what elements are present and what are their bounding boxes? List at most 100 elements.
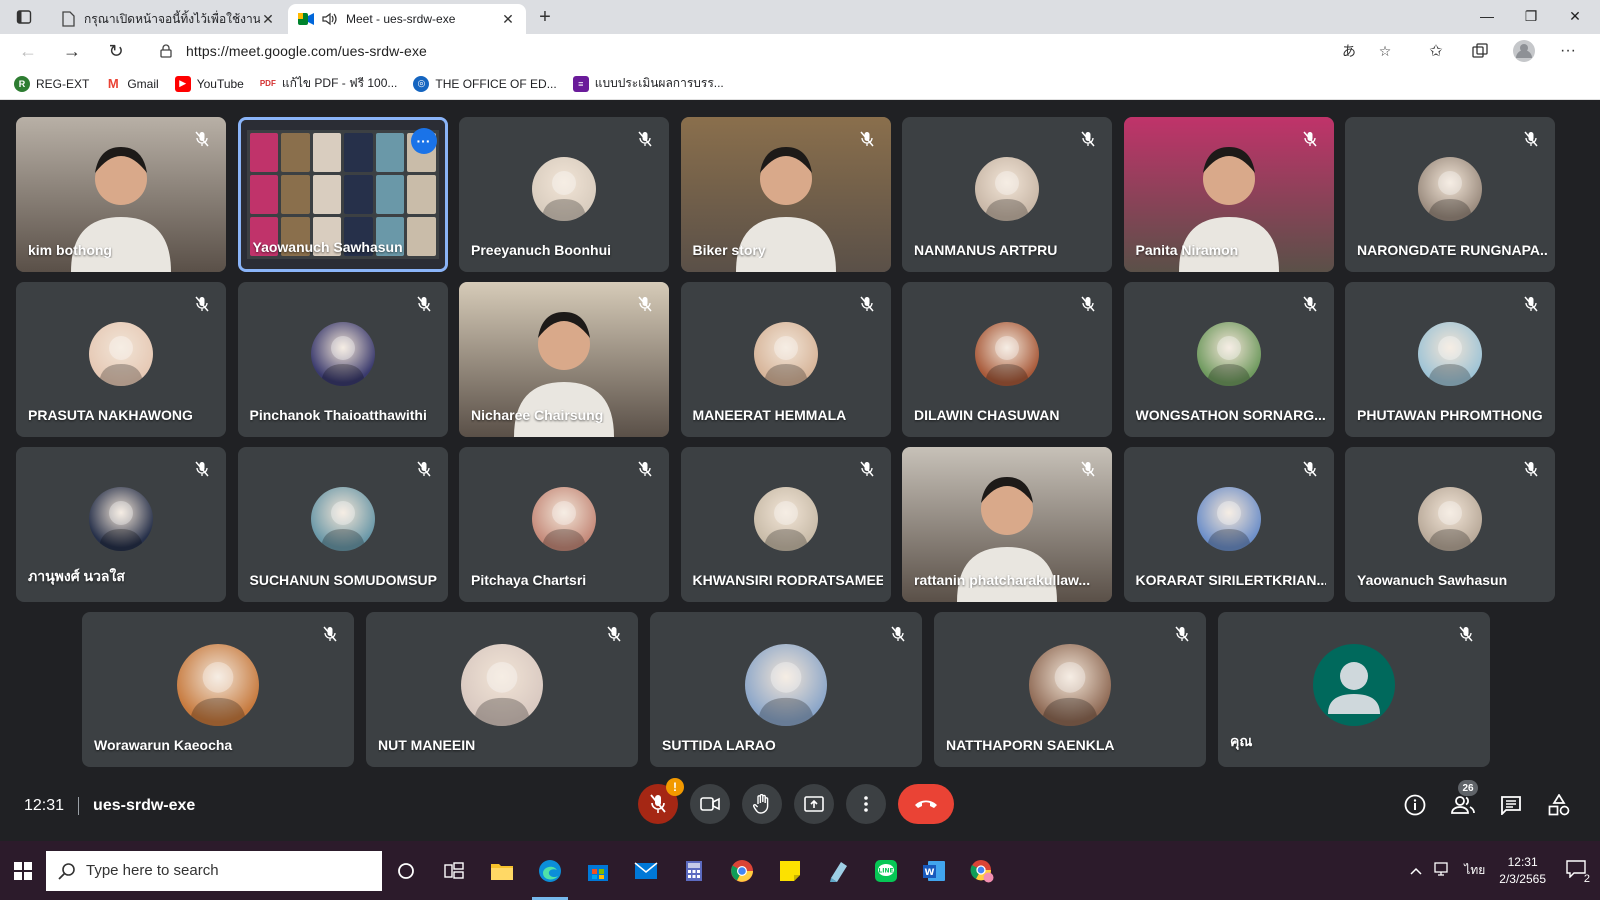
- tab-actions-icon[interactable]: [12, 6, 36, 28]
- lock-icon[interactable]: [160, 44, 176, 58]
- taskbar-app-pen[interactable]: [814, 841, 862, 900]
- bookmark-office[interactable]: ◎ THE OFFICE OF ED...: [413, 75, 557, 92]
- mic-warning-badge: !: [666, 778, 684, 796]
- participant-tile[interactable]: คุณ: [1218, 612, 1490, 767]
- bookmark-reg-ext[interactable]: R REG-EXT: [14, 75, 90, 92]
- forward-arrow-icon[interactable]: →: [58, 38, 86, 64]
- taskbar-mail[interactable]: [622, 841, 670, 900]
- taskbar-sticky-notes[interactable]: [766, 841, 814, 900]
- chat-button[interactable]: [1496, 790, 1526, 820]
- settings-more-icon[interactable]: ···: [1554, 38, 1582, 64]
- leave-call-button[interactable]: [898, 784, 954, 824]
- present-icon: [804, 796, 824, 812]
- more-options-button[interactable]: [846, 784, 886, 824]
- cortana-button[interactable]: [382, 841, 430, 900]
- participant-tile[interactable]: NANMANUS ARTPRU: [902, 117, 1112, 272]
- network-icon[interactable]: [1434, 862, 1452, 879]
- taskbar-chrome-profile[interactable]: [958, 841, 1006, 900]
- tile-more-options-icon[interactable]: ···: [410, 128, 437, 154]
- muted-mic-icon: [414, 294, 434, 314]
- collections-icon[interactable]: [1466, 38, 1494, 64]
- browser-tab-intranet[interactable]: กรุณาเปิดหน้าจอนี้ทิ้งไว้เพื่อใช้งาน Int…: [50, 4, 286, 34]
- raise-hand-button[interactable]: [742, 784, 782, 824]
- participant-tile[interactable]: Pinchanok Thaioatthawithi: [237, 282, 448, 437]
- add-favorite-icon[interactable]: ☆: [1372, 38, 1398, 64]
- participant-tile[interactable]: Panita Niramon: [1123, 117, 1334, 272]
- camera-toggle-button[interactable]: [690, 784, 730, 824]
- task-view-button[interactable]: [430, 841, 478, 900]
- taskbar-edge[interactable]: [526, 841, 574, 900]
- taskbar-search-box[interactable]: Type here to search: [46, 850, 382, 891]
- minimize-button[interactable]: —: [1464, 0, 1510, 32]
- taskbar-word[interactable]: W: [910, 841, 958, 900]
- participant-count-badge: 26: [1458, 780, 1478, 796]
- url-text[interactable]: https://meet.google.com/ues-srdw-exe: [186, 43, 1336, 59]
- participant-tile[interactable]: WONGSATHON SORNARG...: [1123, 282, 1334, 437]
- favorites-icon[interactable]: ✩: [1422, 38, 1450, 64]
- participant-tile[interactable]: Pitchaya Chartsri: [459, 447, 669, 602]
- participant-tile[interactable]: SUCHANUN SOMUDOMSUP: [237, 447, 448, 602]
- back-arrow-icon[interactable]: ←: [14, 38, 42, 64]
- input-language[interactable]: ไทย: [1464, 861, 1485, 880]
- muted-mic-icon: [857, 129, 877, 149]
- refresh-icon[interactable]: ↻: [102, 38, 130, 64]
- new-tab-button[interactable]: +: [532, 4, 558, 30]
- close-tab-icon[interactable]: ✕: [500, 11, 516, 27]
- taskbar-store[interactable]: [574, 841, 622, 900]
- activities-button[interactable]: [1544, 790, 1574, 820]
- participant-tile[interactable]: NUT MANEEIN: [366, 612, 638, 767]
- taskbar-chrome[interactable]: [718, 841, 766, 900]
- participant-tile[interactable]: KORARAT SIRILERTKRIAN...: [1123, 447, 1334, 602]
- participant-name: Pinchanok Thaioatthawithi: [249, 407, 427, 423]
- show-hidden-icons-icon[interactable]: [1410, 864, 1422, 878]
- participant-tile[interactable]: NARONGDATE RUNGNAPA...: [1345, 117, 1555, 272]
- notifications-button[interactable]: 2: [1566, 860, 1590, 885]
- bookmark-form[interactable]: ≡ แบบประเมินผลการบรร...: [572, 74, 724, 93]
- participant-tile[interactable]: Nicharee Chairsung: [459, 282, 669, 437]
- participant-tile[interactable]: KHWANSIRI RODRATSAMEE: [680, 447, 891, 602]
- participant-tile[interactable]: kim bothong: [16, 117, 226, 272]
- taskbar-clock[interactable]: 12:31 2/3/2565: [1499, 854, 1546, 888]
- muted-mic-icon: [1300, 459, 1320, 479]
- participant-tile[interactable]: Yaowanuch Sawhasun: [1345, 447, 1555, 602]
- avatar: [177, 643, 259, 726]
- participant-tile[interactable]: NATTHAPORN SAENKLA: [934, 612, 1206, 767]
- profile-avatar-icon[interactable]: [1510, 38, 1538, 64]
- participant-tile[interactable]: MANEERAT HEMMALA: [680, 282, 891, 437]
- participant-tile[interactable]: DILAWIN CHASUWAN: [902, 282, 1112, 437]
- speaker-icon[interactable]: [322, 11, 338, 27]
- participant-tile[interactable]: ··· Yaowanuch Sawhasun: [237, 117, 448, 272]
- participant-tile[interactable]: Preeyanuch Boonhui: [459, 117, 669, 272]
- bookmark-youtube[interactable]: ▶ YouTube: [174, 75, 244, 92]
- microphone-toggle-button[interactable]: !: [638, 778, 684, 824]
- participant-tile[interactable]: SUTTIDA LARAO: [650, 612, 922, 767]
- taskbar-file-explorer[interactable]: [478, 841, 526, 900]
- bookmark-label: THE OFFICE OF ED...: [435, 76, 557, 91]
- close-tab-icon[interactable]: ✕: [260, 11, 276, 27]
- participant-tile[interactable]: Worawarun Kaeocha: [82, 612, 354, 767]
- bookmark-pdf[interactable]: PDF แก้ไข PDF - ฟรี 100...: [259, 74, 397, 93]
- muted-mic-icon: [1300, 129, 1320, 149]
- participant-tile[interactable]: ภานุพงศ์ นวลใส: [16, 447, 226, 602]
- meeting-code: ues-srdw-exe: [93, 797, 196, 814]
- present-screen-button[interactable]: [794, 784, 834, 824]
- browser-tab-meet[interactable]: Meet - ues-srdw-exe ✕: [288, 4, 526, 34]
- participant-tile[interactable]: PRASUTA NAKHAWONG: [16, 282, 226, 437]
- close-window-button[interactable]: ✕: [1552, 0, 1598, 32]
- taskbar-line[interactable]: LINE: [862, 841, 910, 900]
- participant-tile[interactable]: PHUTAWAN PHROMTHONG: [1345, 282, 1555, 437]
- participant-tile[interactable]: Biker story: [680, 117, 891, 272]
- participant-tile[interactable]: rattanin phatcharakullaw...: [902, 447, 1112, 602]
- calculator-icon: [686, 860, 702, 881]
- taskbar-calculator[interactable]: [670, 841, 718, 900]
- bookmark-gmail[interactable]: M Gmail: [105, 75, 159, 92]
- hang-up-icon: [915, 800, 937, 808]
- read-aloud-icon[interactable]: あ: [1336, 38, 1362, 64]
- restore-button[interactable]: ❐: [1508, 0, 1554, 32]
- bookmark-label: REG-EXT: [36, 76, 90, 91]
- show-everyone-button[interactable]: 26: [1448, 780, 1478, 820]
- start-button[interactable]: [0, 841, 46, 900]
- meeting-details-button[interactable]: [1400, 790, 1430, 820]
- address-bar[interactable]: https://meet.google.com/ues-srdw-exe あ ☆: [146, 37, 1408, 65]
- muted-mic-icon: [1078, 459, 1098, 479]
